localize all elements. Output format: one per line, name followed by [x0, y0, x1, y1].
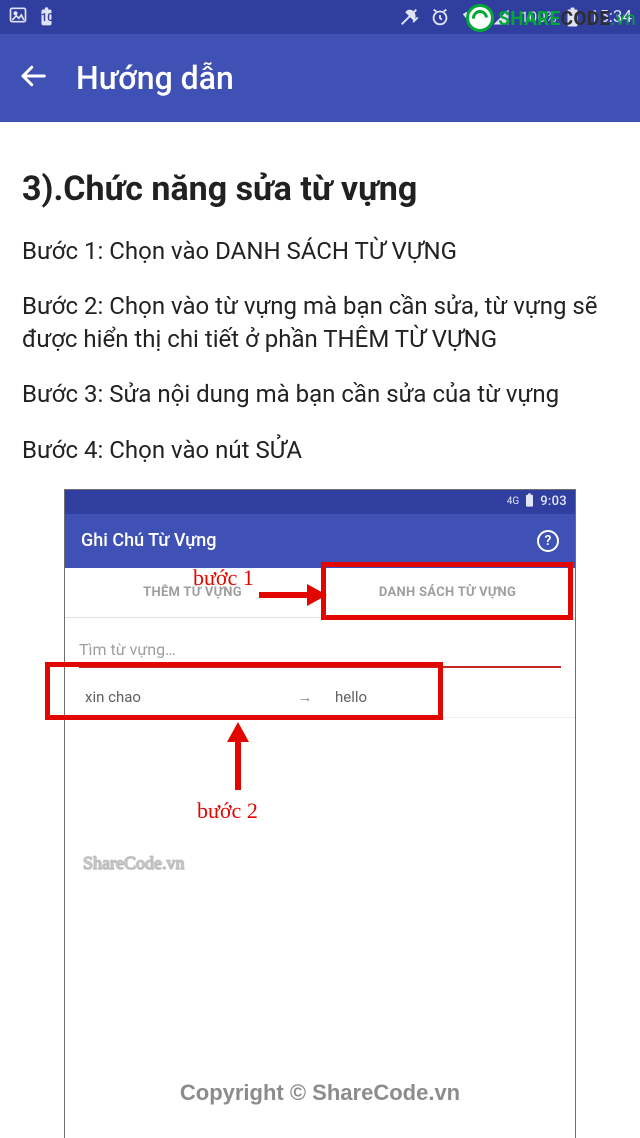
tab-add-vocab[interactable]: THÊM TỪ VỰNG	[65, 568, 320, 617]
embedded-body: Tìm từ vựng… xin chao → hello ShareCode.…	[65, 618, 575, 1138]
embedded-battery-icon	[525, 493, 534, 511]
back-icon[interactable]	[18, 61, 48, 95]
app-bar: Hướng dẫn	[0, 34, 640, 122]
help-icon[interactable]: ?	[537, 530, 559, 552]
embedded-screenshot: 4G 9:03 Ghi Chú Từ Vựng ? THÊM TỪ VỰNG D…	[64, 489, 576, 1138]
embedded-status-bar: 4G 9:03	[65, 490, 575, 514]
search-placeholder: Tìm từ vựng…	[79, 640, 176, 659]
vocab-meaning: hello	[335, 688, 555, 706]
logo-swirl-icon	[466, 4, 494, 32]
step-3: Bước 3: Sửa nội dung mà bạn cần sửa của …	[22, 378, 618, 411]
vocab-word: xin chao	[85, 688, 275, 706]
battery-small-icon: 100	[38, 7, 60, 27]
embedded-tabs: THÊM TỪ VỰNG DANH SÁCH TỪ VỰNG	[65, 568, 575, 618]
embedded-clock: 9:03	[540, 494, 567, 509]
step-4: Bước 4: Chọn vào nút SỬA	[22, 434, 618, 467]
page-title: Hướng dẫn	[76, 59, 234, 97]
step-2: Bước 2: Chọn vào từ vựng mà bạn cần sửa,…	[22, 290, 618, 356]
logo-share-text: SHARE	[498, 7, 560, 30]
embedded-data-icon: 4G	[507, 496, 519, 507]
logo-code-text: CODE	[561, 7, 611, 30]
embedded-app-title: Ghi Chú Từ Vựng	[81, 530, 217, 551]
section-heading: 3).Chức năng sửa từ vựng	[22, 170, 618, 209]
vibrate-icon	[398, 6, 420, 28]
image-icon	[8, 5, 28, 30]
sharecode-logo: SHARECODE.vn	[466, 4, 636, 32]
content-area: 3).Chức năng sửa từ vựng Bước 1: Chọn và…	[0, 122, 640, 1138]
vocab-row[interactable]: xin chao → hello	[65, 678, 575, 718]
tab-list-vocab[interactable]: DANH SÁCH TỪ VỰNG	[320, 568, 575, 617]
alarm-icon	[429, 6, 451, 28]
embedded-app-bar: Ghi Chú Từ Vựng ?	[65, 514, 575, 568]
inner-watermark: ShareCode.vn	[83, 853, 184, 874]
arrow-icon: →	[275, 688, 335, 706]
step-1: Bước 1: Chọn vào DANH SÁCH TỪ VỰNG	[22, 235, 618, 268]
logo-suffix-text: .vn	[610, 7, 636, 30]
search-input[interactable]: Tìm từ vựng…	[79, 634, 561, 668]
